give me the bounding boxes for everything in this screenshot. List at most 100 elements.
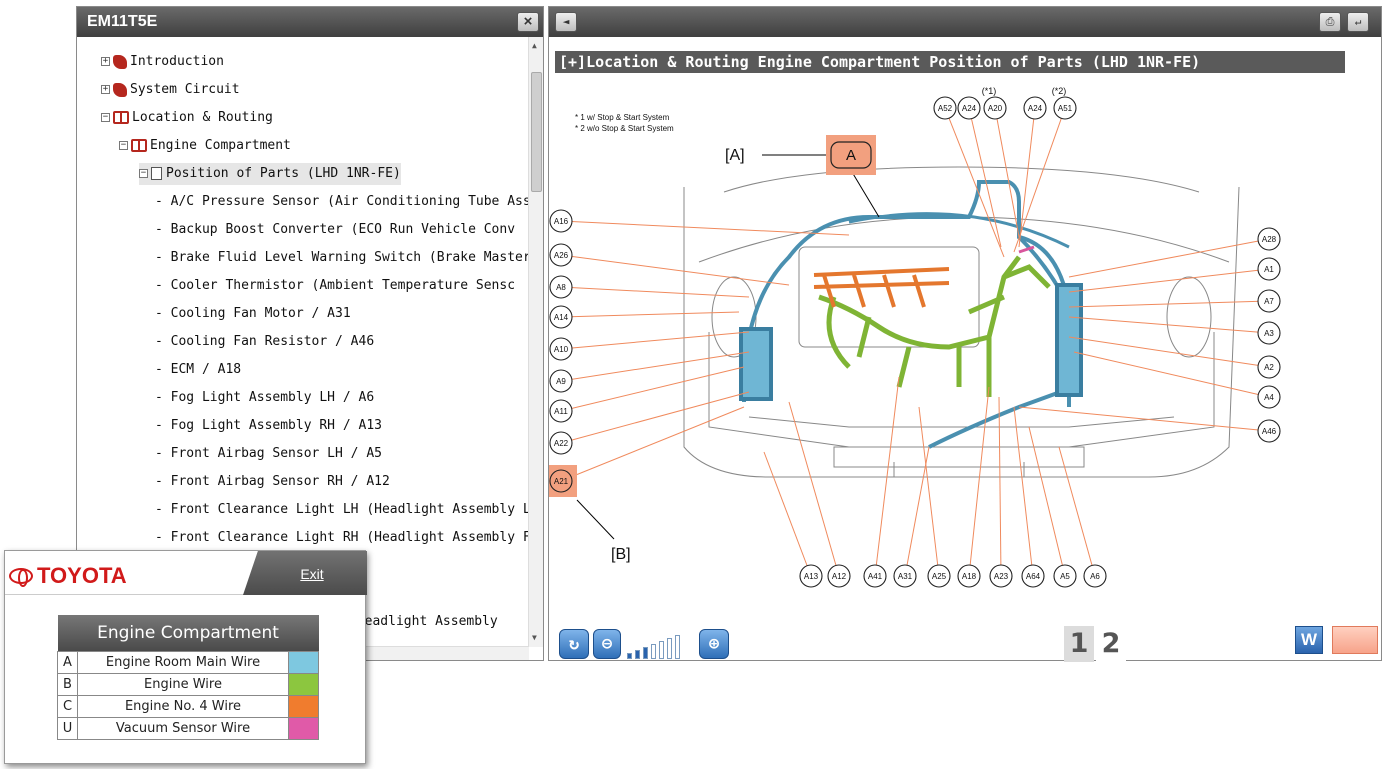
collapse-icon[interactable]: −: [139, 169, 148, 178]
connector-callout[interactable]: A25: [927, 564, 951, 588]
tree-item-label: System Circuit: [130, 82, 240, 97]
zoom-step[interactable]: [643, 647, 648, 659]
tree-item[interactable]: - Front Clearance Light LH (Headlight As…: [155, 499, 529, 521]
connector-callout[interactable]: A4: [1257, 385, 1281, 409]
tree-item[interactable]: - Front Airbag Sensor RH / A12: [155, 471, 390, 493]
connector-label: A9: [556, 377, 566, 386]
tree-item[interactable]: - Cooler Thermistor (Ambient Temperature…: [155, 275, 515, 297]
tree-item[interactable]: − Position of Parts (LHD 1NR-FE): [139, 163, 401, 185]
tree-item[interactable]: - ECM / A18: [155, 359, 241, 381]
scroll-down-icon[interactable]: ▼: [532, 633, 537, 642]
app-window: EM11T5E × + Introduction + System Circuit − L…: [0, 0, 1388, 769]
tree-item-label: - Brake Fluid Level Warning Switch (Brak…: [155, 250, 529, 265]
connector-callout[interactable]: A14: [549, 305, 573, 329]
connector-callout[interactable]: A23: [989, 564, 1013, 588]
connector-callout[interactable]: A18: [957, 564, 981, 588]
tree-item[interactable]: - Fog Light Assembly RH / A13: [155, 415, 382, 437]
toyota-wordmark: TOYOTA: [37, 563, 127, 588]
connector-label: A10: [554, 345, 569, 354]
zoom-step[interactable]: [635, 650, 640, 659]
connector-callout[interactable]: A28: [1257, 227, 1281, 251]
expand-icon[interactable]: +: [101, 57, 110, 66]
refresh-button[interactable]: ↻: [559, 629, 589, 659]
tree-item[interactable]: − Location & Routing: [101, 107, 273, 129]
collapse-icon[interactable]: −: [119, 141, 128, 150]
tree-item[interactable]: + Introduction: [101, 51, 224, 73]
tree-item[interactable]: - Cooling Fan Resistor / A46: [155, 331, 374, 353]
connector-callout[interactable]: A11: [549, 399, 573, 423]
scrollbar-thumb[interactable]: [531, 72, 542, 192]
zoom-level-indicator[interactable]: [627, 635, 697, 659]
connector-callout[interactable]: A16: [549, 209, 573, 233]
page-1-button[interactable]: 1: [1064, 626, 1094, 662]
connector-callout[interactable]: A12: [827, 564, 851, 588]
connector-callout[interactable]: A31: [893, 564, 917, 588]
wire-name: Vacuum Sensor Wire: [77, 716, 289, 740]
expand-icon[interactable]: +: [101, 85, 110, 94]
exit-button[interactable]: Exit: [243, 551, 367, 595]
leader-line: [1068, 336, 1270, 368]
connector-callout[interactable]: A20: [983, 96, 1007, 120]
connector-callout[interactable]: A52: [933, 96, 957, 120]
tree-item[interactable]: - Backup Boost Converter (ECO Run Vehicl…: [155, 219, 515, 241]
tree-item[interactable]: + System Circuit: [101, 79, 240, 101]
connector-callout[interactable]: A3: [1257, 321, 1281, 345]
vertical-scrollbar[interactable]: ▲ ▼: [528, 37, 543, 647]
connector-callout[interactable]: A9: [549, 369, 573, 393]
legend-table-title: Engine Compartment: [57, 615, 319, 651]
connector-callout[interactable]: A51: [1053, 96, 1077, 120]
zoom-in-icon: ⊕: [708, 634, 720, 654]
zoom-step[interactable]: [667, 638, 672, 659]
scroll-up-icon[interactable]: ▲: [532, 41, 537, 50]
connector-callout[interactable]: A64: [1021, 564, 1045, 588]
connector-callout[interactable]: A41: [863, 564, 887, 588]
connector-label: A4: [1264, 393, 1274, 402]
connector-label: A6: [1090, 572, 1100, 581]
close-button[interactable]: ×: [517, 12, 539, 32]
leader-line: [560, 331, 750, 350]
tree-item[interactable]: - A/C Pressure Sensor (Air Conditioning …: [155, 191, 529, 213]
comment-button[interactable]: [1332, 626, 1378, 654]
connector-callout[interactable]: A46: [1257, 419, 1281, 443]
tree-item-label: - Fog Light Assembly RH / A13: [155, 418, 382, 433]
connector-callout[interactable]: A2: [1257, 355, 1281, 379]
leader-line: [560, 220, 850, 236]
zoom-step[interactable]: [675, 635, 680, 659]
connector-callout[interactable]: A26: [549, 243, 573, 267]
tree-item[interactable]: − Engine Compartment: [119, 135, 291, 157]
connector-label: A3: [1264, 329, 1274, 338]
connector-callout[interactable]: A8: [549, 275, 573, 299]
collapse-icon[interactable]: −: [101, 113, 110, 122]
wire-key: C: [57, 694, 78, 718]
zoom-out-button[interactable]: ⊖: [593, 629, 621, 659]
connector-callout[interactable]: A21: [549, 465, 577, 497]
connector-callout[interactable]: A13: [799, 564, 823, 588]
leader-line: [1068, 268, 1270, 293]
connector-callout[interactable]: A6: [1083, 564, 1107, 588]
zoom-step[interactable]: [651, 644, 656, 659]
zoom-step[interactable]: [627, 653, 632, 659]
page-2-button[interactable]: 2: [1096, 626, 1126, 662]
legend-row: B Engine Wire: [57, 672, 319, 696]
tree-item[interactable]: - Fog Light Assembly LH / A6: [155, 387, 374, 409]
connector-callout[interactable]: A24: [957, 96, 981, 120]
zoom-step[interactable]: [659, 641, 664, 659]
tree-item[interactable]: - Front Clearance Light RH (Headlight As…: [155, 527, 529, 549]
connector-callout[interactable]: A7: [1257, 289, 1281, 313]
tree-item[interactable]: - Front Airbag Sensor LH / A5: [155, 443, 382, 465]
leader-line: [1073, 351, 1270, 398]
wiring-button[interactable]: W: [1295, 626, 1323, 654]
wire-name: Engine Room Main Wire: [77, 650, 289, 674]
connector-callout[interactable]: A1: [1257, 257, 1281, 281]
leader-line: [968, 107, 1002, 248]
tree-item[interactable]: - Brake Fluid Level Warning Switch (Brak…: [155, 247, 529, 269]
tree-item[interactable]: - Cooling Fan Motor / A31: [155, 303, 351, 325]
tree-item[interactable]: (Headlight Assembly: [349, 611, 498, 633]
connector-callout[interactable]: A22: [549, 431, 573, 455]
zoom-in-button[interactable]: ⊕: [699, 629, 729, 659]
tree-item-label: Engine Compartment: [150, 138, 291, 153]
connector-callout[interactable]: A10: [549, 337, 573, 361]
connector-callout[interactable]: A5: [1053, 564, 1077, 588]
wire-color-swatch: [288, 694, 319, 718]
connector-callout[interactable]: A24: [1023, 96, 1047, 120]
